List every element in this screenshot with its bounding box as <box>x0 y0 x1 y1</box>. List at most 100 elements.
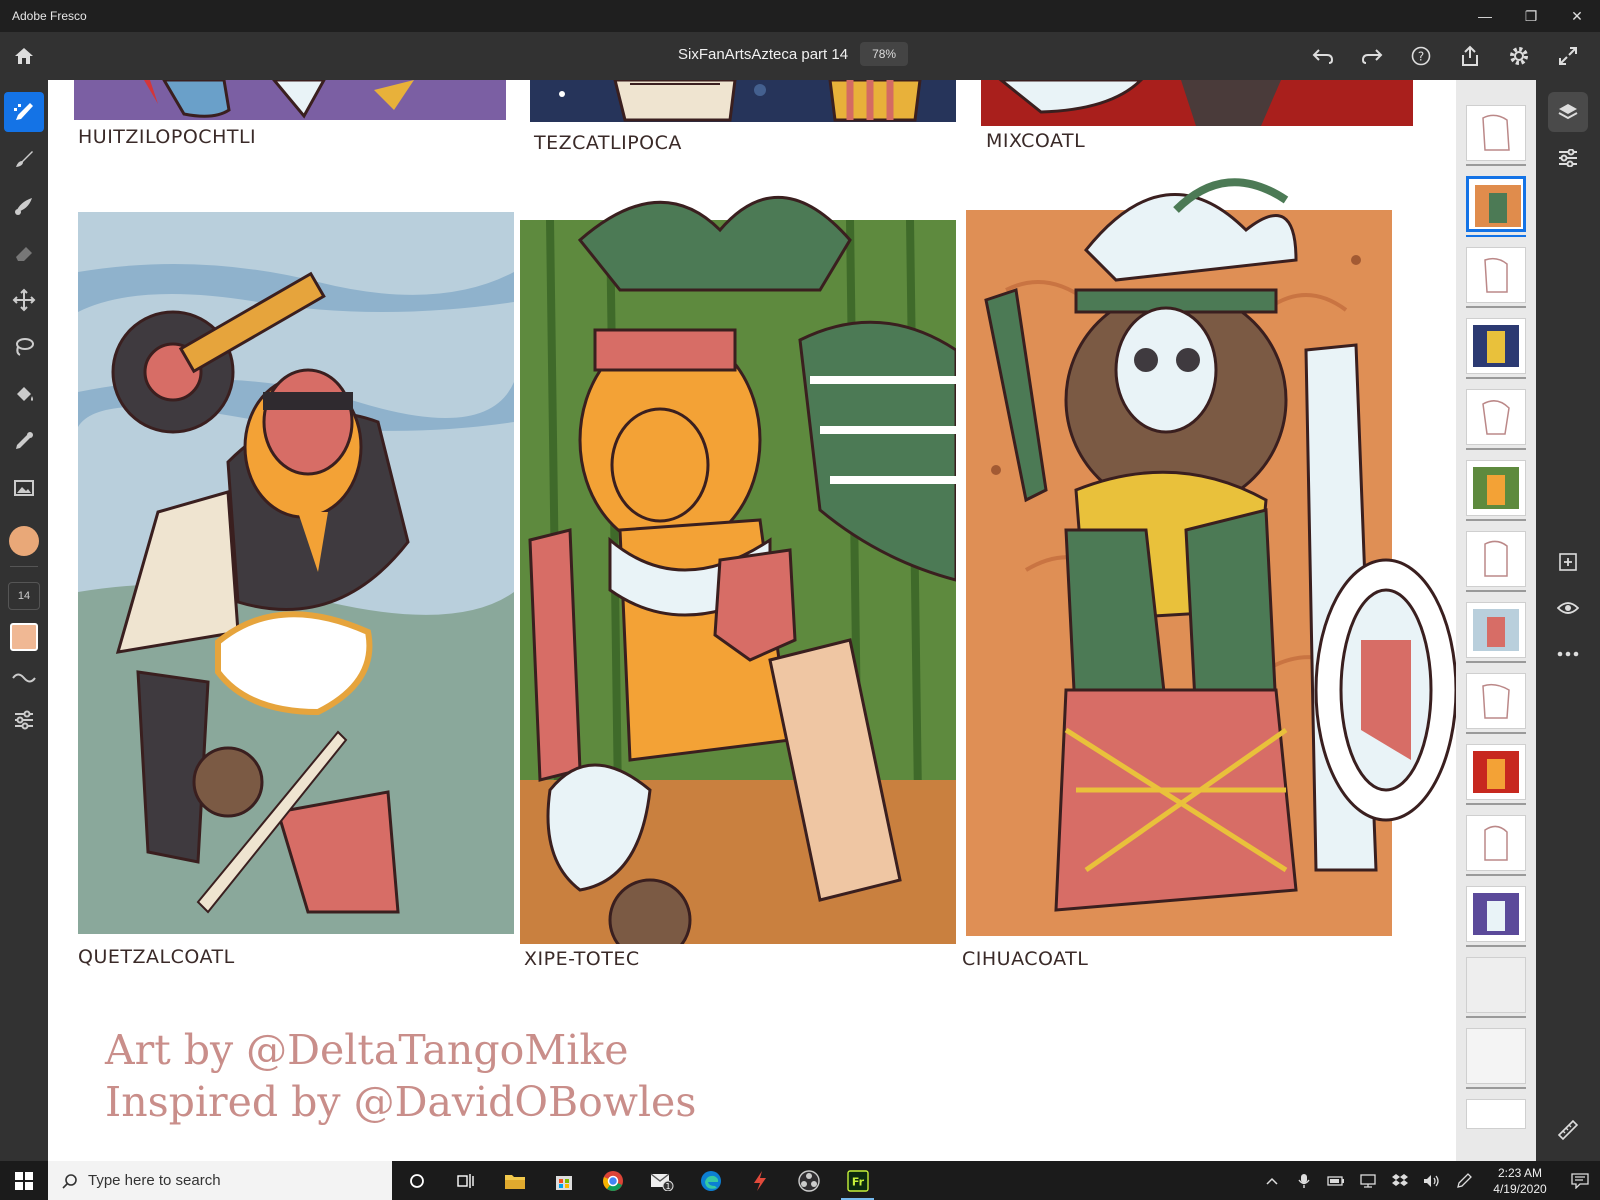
panel-caption-huitzilopochtli: HUITZILOPOCHTLI <box>78 126 257 148</box>
eyedropper-tool[interactable] <box>4 421 44 461</box>
layer-thumbnail[interactable] <box>1466 957 1526 1013</box>
help-button[interactable]: ? <box>1396 32 1445 80</box>
zoom-level[interactable]: 78% <box>860 42 909 66</box>
lasso-tool[interactable] <box>4 327 44 367</box>
eyedropper-icon <box>16 432 33 449</box>
start-button[interactable] <box>0 1161 48 1200</box>
settings-button[interactable] <box>1494 32 1543 80</box>
layers-button[interactable] <box>1548 92 1588 132</box>
layer-thumbnail[interactable] <box>1466 105 1526 161</box>
dropbox-button[interactable] <box>1384 1161 1416 1200</box>
search-icon <box>62 1173 77 1189</box>
tray-overflow-button[interactable] <box>1256 1161 1288 1200</box>
vector-brush-tool[interactable] <box>4 186 44 226</box>
cortana-button[interactable] <box>392 1161 441 1200</box>
mail-button[interactable]: 1 <box>637 1161 686 1200</box>
help-icon: ? <box>1411 46 1430 66</box>
document-title[interactable]: SixFanArtsAzteca part 14 <box>678 46 848 63</box>
task-view-button[interactable] <box>441 1161 490 1200</box>
layer-thumbnail[interactable] <box>1466 1028 1526 1084</box>
undo-button[interactable] <box>1298 32 1347 80</box>
app-icon <box>753 1170 766 1191</box>
right-panel <box>1536 80 1600 1161</box>
layer-thumbnail[interactable] <box>1466 744 1526 800</box>
file-explorer-button[interactable] <box>490 1161 539 1200</box>
network-button[interactable] <box>1352 1161 1384 1200</box>
ruler-button[interactable] <box>1548 1110 1588 1150</box>
layer-thumbnail-active[interactable] <box>1466 176 1526 232</box>
taskbar-search[interactable]: Type here to search <box>48 1161 392 1200</box>
brush-size-value[interactable]: 14 <box>8 582 40 610</box>
layer-thumbnail[interactable] <box>1466 318 1526 374</box>
chrome-button[interactable] <box>588 1161 637 1200</box>
layer-thumbnail[interactable] <box>1466 1099 1526 1129</box>
fullscreen-button[interactable] <box>1543 32 1592 80</box>
layer-thumbnail[interactable] <box>1466 673 1526 729</box>
minimize-button[interactable]: — <box>1462 0 1508 32</box>
eraser-tool[interactable] <box>4 233 44 273</box>
expand-icon <box>1558 47 1577 65</box>
close-window-button[interactable]: ✕ <box>1554 0 1600 32</box>
layer-thumbnail[interactable] <box>1466 460 1526 516</box>
document-title-area: SixFanArtsAzteca part 14 78% <box>678 42 909 66</box>
window-title-bar: Adobe Fresco — ❐ ✕ <box>0 0 1600 32</box>
restore-button[interactable]: ❐ <box>1508 0 1554 32</box>
panel-caption-cihuacoatl: CIHUACOATL <box>962 948 1089 970</box>
mixcoatl-panel <box>981 80 1413 126</box>
share-button[interactable] <box>1445 32 1494 80</box>
microphone-button[interactable] <box>1288 1161 1320 1200</box>
panel-caption-quetzalcoatl: QUETZALCOATL <box>78 946 235 968</box>
move-tool[interactable] <box>4 280 44 320</box>
layer-thumbnail[interactable] <box>1466 389 1526 445</box>
place-image-tool[interactable] <box>4 468 44 508</box>
add-layer-button[interactable] <box>1548 542 1588 582</box>
layer-thumbnail[interactable] <box>1466 247 1526 303</box>
vector-brush-icon <box>15 198 32 215</box>
pixel-brush-tool[interactable] <box>4 92 44 132</box>
volume-button[interactable] <box>1416 1161 1448 1200</box>
layer-thumbnail[interactable] <box>1466 886 1526 942</box>
layer-divider <box>1466 164 1526 166</box>
app-button-red[interactable] <box>735 1161 784 1200</box>
mail-icon: 1 <box>650 1172 673 1191</box>
edge-icon <box>700 1170 721 1191</box>
fill-tool[interactable] <box>4 374 44 414</box>
app-title: Adobe Fresco <box>12 9 87 23</box>
visibility-button[interactable] <box>1548 588 1588 628</box>
layer-divider <box>1466 377 1526 379</box>
sliders-icon <box>1559 149 1577 167</box>
layer-thumbnail[interactable] <box>1466 531 1526 587</box>
eye-icon <box>1557 602 1579 614</box>
share-icon <box>1461 45 1478 66</box>
layer-divider <box>1466 732 1526 734</box>
brush-color-swatch[interactable] <box>10 623 38 651</box>
layers-strip <box>1456 80 1536 1161</box>
action-center-button[interactable] <box>1560 1161 1600 1200</box>
taskbar-clock[interactable]: 2:23 AM 4/19/2020 <box>1480 1165 1560 1197</box>
smoothing-tool[interactable] <box>4 658 44 698</box>
more-options-button[interactable] <box>1548 634 1588 674</box>
layer-thumbnail[interactable] <box>1466 815 1526 871</box>
fresco-taskbar-button[interactable]: Fr <box>833 1161 882 1200</box>
fresco-icon: Fr <box>846 1169 869 1192</box>
layer-thumbnail[interactable] <box>1466 602 1526 658</box>
sliders-icon <box>15 710 33 730</box>
store-icon <box>555 1175 572 1190</box>
store-button[interactable] <box>539 1161 588 1200</box>
redo-button[interactable] <box>1347 32 1396 80</box>
edge-button[interactable] <box>686 1161 735 1200</box>
battery-button[interactable] <box>1320 1161 1352 1200</box>
layer-properties-button[interactable] <box>1548 138 1588 178</box>
home-button[interactable] <box>0 32 48 80</box>
live-brush-tool[interactable] <box>4 139 44 179</box>
layer-divider <box>1466 590 1526 592</box>
drawing-canvas[interactable]: HUITZILOPOCHTLI TEZCATLIPOCA MIXCOATL QU… <box>48 80 1456 1161</box>
pen-workspace-button[interactable] <box>1448 1161 1480 1200</box>
obs-button[interactable] <box>784 1161 833 1200</box>
cihuacoatl-panel <box>966 170 1456 936</box>
brush-settings-tool[interactable] <box>4 700 44 740</box>
layer-divider <box>1466 945 1526 947</box>
volume-icon <box>1424 1174 1439 1187</box>
tool-bar: 14 <box>0 80 48 1161</box>
color-picker[interactable] <box>9 526 39 556</box>
